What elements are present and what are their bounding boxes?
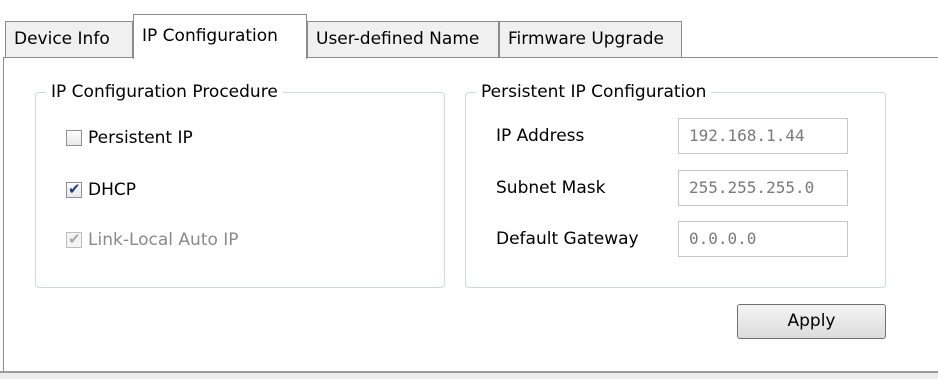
checkbox-label: Persistent IP xyxy=(88,128,193,148)
tab-strip: Device Info IP Configuration User-define… xyxy=(0,0,938,59)
tab-firmware-upgrade[interactable]: Firmware Upgrade xyxy=(499,21,682,57)
ip-address-input[interactable]: 192.168.1.44 xyxy=(678,118,848,154)
tab-user-defined-name[interactable]: User-defined Name xyxy=(307,21,499,57)
field-label: Default Gateway xyxy=(496,229,639,249)
tab-label: Device Info xyxy=(14,29,110,49)
field-label: Subnet Mask xyxy=(496,178,606,198)
default-gateway-input[interactable]: 0.0.0.0 xyxy=(678,221,848,257)
dhcp-checkbox[interactable] xyxy=(66,180,82,198)
apply-button[interactable]: Apply xyxy=(737,304,886,339)
subnet-mask-input[interactable]: 255.255.255.0 xyxy=(678,170,848,206)
field-label: IP Address xyxy=(496,126,585,146)
tab-label: Firmware Upgrade xyxy=(508,29,664,49)
panel-bottom-edge xyxy=(0,371,938,379)
group-title: Persistent IP Configuration xyxy=(476,81,712,103)
ip-address-row: IP Address 192.168.1.44 xyxy=(496,118,856,154)
persistent-ip-group: Persistent IP Configuration IP Address 1… xyxy=(465,81,886,288)
ip-procedure-group: IP Configuration Procedure Persistent IP… xyxy=(35,81,445,288)
checkbox-label: DHCP xyxy=(88,180,136,200)
subnet-mask-row: Subnet Mask 255.255.255.0 xyxy=(496,170,856,206)
tab-label: IP Configuration xyxy=(142,26,278,46)
default-gateway-row: Default Gateway 0.0.0.0 xyxy=(496,221,856,257)
tab-ip-configuration[interactable]: IP Configuration xyxy=(133,14,307,59)
persistent-ip-checkbox[interactable] xyxy=(66,130,82,146)
group-title: IP Configuration Procedure xyxy=(46,81,283,103)
tab-label: User-defined Name xyxy=(316,29,480,49)
link-local-auto-ip-checkbox xyxy=(66,230,82,248)
tab-device-info[interactable]: Device Info xyxy=(5,21,133,57)
checkbox-label: Link-Local Auto IP xyxy=(88,230,239,250)
